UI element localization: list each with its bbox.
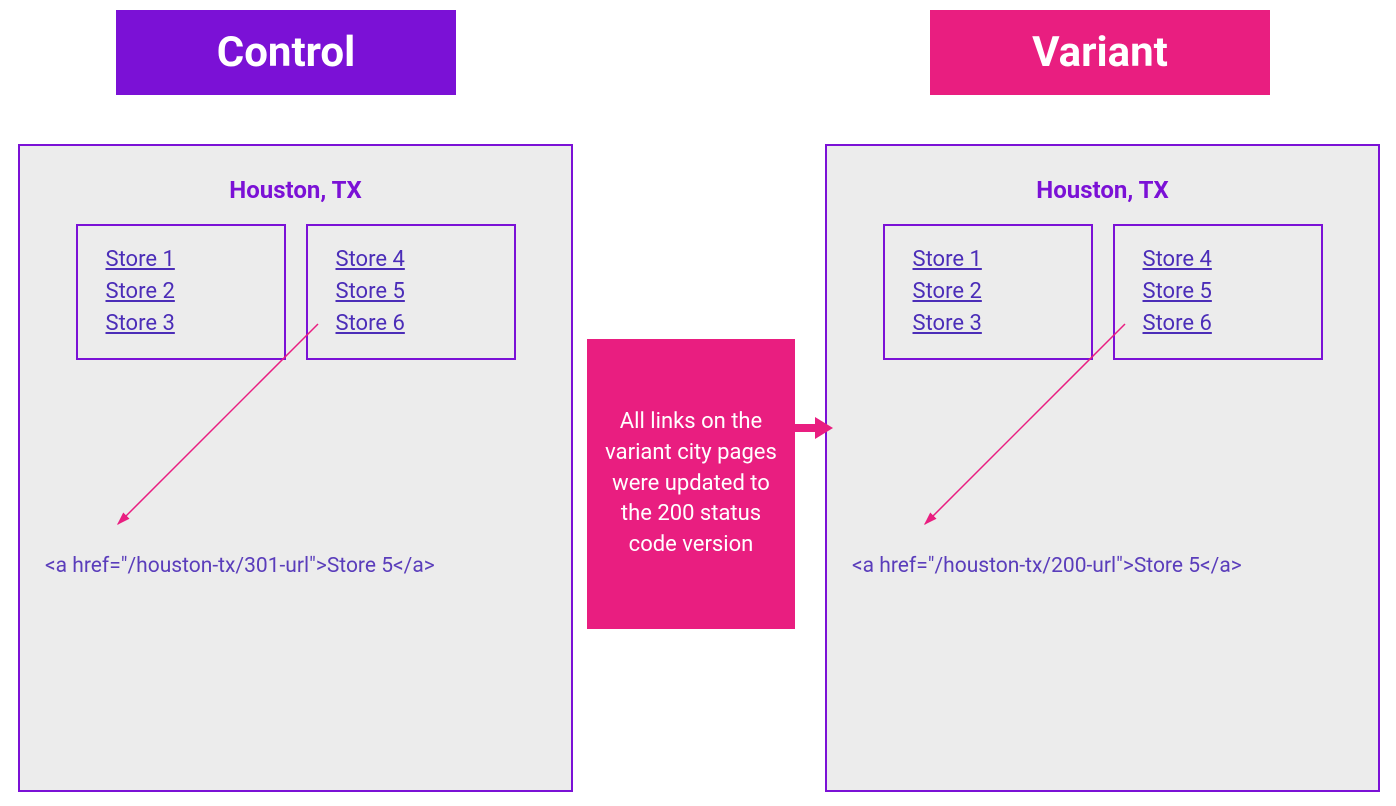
control-panel: Houston, TX Store 1 Store 2 Store 3 Stor… bbox=[18, 144, 573, 792]
control-store-box-1: Store 1 Store 2 Store 3 bbox=[76, 224, 286, 360]
store-link[interactable]: Store 5 bbox=[1143, 276, 1293, 308]
store-link[interactable]: Store 3 bbox=[913, 308, 1063, 340]
variant-city-title: Houston, TX bbox=[847, 176, 1358, 204]
store-link[interactable]: Store 1 bbox=[913, 244, 1063, 276]
arrow-right-icon bbox=[793, 413, 833, 443]
store-link[interactable]: Store 4 bbox=[336, 244, 486, 276]
variant-code-snippet: <a href="/houston-tx/200-url">Store 5</a… bbox=[852, 554, 1242, 578]
store-link[interactable]: Store 2 bbox=[106, 276, 256, 308]
callout-box: All links on the variant city pages were… bbox=[587, 339, 795, 629]
callout-text: All links on the variant city pages were… bbox=[603, 407, 779, 561]
variant-store-box-2: Store 4 Store 5 Store 6 bbox=[1113, 224, 1323, 360]
control-store-boxes: Store 1 Store 2 Store 3 Store 4 Store 5 … bbox=[40, 224, 551, 360]
control-header: Control bbox=[116, 10, 456, 95]
control-store-box-2: Store 4 Store 5 Store 6 bbox=[306, 224, 516, 360]
control-city-title: Houston, TX bbox=[40, 176, 551, 204]
variant-store-box-1: Store 1 Store 2 Store 3 bbox=[883, 224, 1093, 360]
store-link[interactable]: Store 6 bbox=[1143, 308, 1293, 340]
store-link[interactable]: Store 6 bbox=[336, 308, 486, 340]
store-link[interactable]: Store 2 bbox=[913, 276, 1063, 308]
variant-store-boxes: Store 1 Store 2 Store 3 Store 4 Store 5 … bbox=[847, 224, 1358, 360]
variant-panel: Houston, TX Store 1 Store 2 Store 3 Stor… bbox=[825, 144, 1380, 792]
store-link[interactable]: Store 3 bbox=[106, 308, 256, 340]
store-link[interactable]: Store 4 bbox=[1143, 244, 1293, 276]
variant-header: Variant bbox=[930, 10, 1270, 95]
store-link[interactable]: Store 1 bbox=[106, 244, 256, 276]
store-link[interactable]: Store 5 bbox=[336, 276, 486, 308]
control-code-snippet: <a href="/houston-tx/301-url">Store 5</a… bbox=[45, 554, 435, 578]
